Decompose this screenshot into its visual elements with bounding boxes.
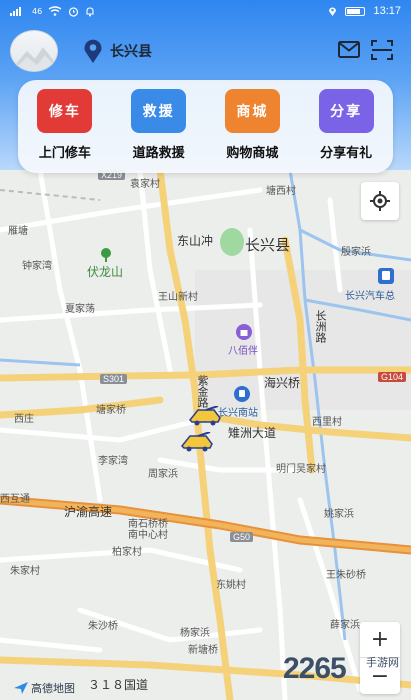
map-label-wangshanxin: 王山新村 [158,292,198,303]
map-label-xizhuang: 西庄 [14,414,34,425]
map-label-yangjiabang: 杨家浜 [180,628,210,639]
map-label-zhizhou-ave: 雉洲大道 [228,426,277,440]
service-home-repair[interactable]: 修车 上门修车 [22,89,108,161]
shopping-mall-icon [236,324,252,340]
map-label-zhongjiawan: 钟家湾 [22,261,52,272]
map-label-yintang: 雁塘 [8,226,28,237]
network-type: 46 [32,6,43,16]
map-label-xihutong: 西互通 [0,494,30,505]
road-badge-g104: G104 [378,372,407,382]
mountain-placeholder-icon [15,47,57,69]
current-city[interactable]: 长兴县 [110,41,152,61]
mall-label: 购物商城 [226,146,279,161]
service-share-reward[interactable]: 分享 分享有礼 [303,89,389,161]
status-time: 13:17 [373,5,401,17]
map-label-tangjiaqiao: 塘家桥 [96,405,126,416]
service-card: 修车 上门修车 救援 道路救援 商城 购物商城 分享 分享有礼 [18,80,393,173]
watermark: 2265 [283,652,347,685]
amap-logo: 高德地图 [14,680,75,696]
map-label-changzhou-road: 长洲路 [314,310,327,343]
map-label-dongshanchong: 东山冲 [177,234,214,248]
mail-icon[interactable] [338,41,360,58]
road-badge-g50: G50 [230,532,254,542]
map-label-changxing-auto: 长兴汽车总 [345,291,395,302]
amap-logo-text: 高德地图 [31,682,75,695]
location-pin-icon[interactable] [82,38,104,64]
battery-icon [345,6,366,16]
location-status-icon [329,7,337,16]
train-station-icon [234,386,250,402]
rescue-button[interactable]: 救援 [131,89,187,133]
tree-icon [101,248,111,262]
service-shopping-mall[interactable]: 商城 购物商城 [209,89,295,161]
repair-button[interactable]: 修车 [37,89,93,133]
service-road-rescue[interactable]: 救援 道路救援 [116,89,202,161]
status-bar: 46 13:17 [0,0,411,22]
map-label-318: ３１８国道 [88,678,149,692]
mall-button[interactable]: 商城 [224,89,280,133]
map-label-mingmen: 明门吴家村 [276,464,326,475]
map-label-zijin-road: 紫金路 [196,375,209,408]
tow-truck-icon[interactable] [188,406,222,426]
map-label-tangxicun: 塘西村 [266,186,296,197]
repair-label: 上门修车 [38,146,91,161]
crosshair-icon [370,191,390,211]
avatar[interactable] [10,30,58,72]
map-label-haixingqiao: 海兴桥 [264,376,301,390]
map-label-changxing-south: 长兴南站 [218,408,258,419]
rescue-label: 道路救援 [132,146,185,161]
scan-icon[interactable] [371,40,393,60]
share-label: 分享有礼 [320,146,373,161]
signal-icon [10,7,21,16]
watermark-sub: 手游网 [366,656,399,669]
notification-icon [86,6,94,16]
map-label-babaiban: 八佰伴 [228,346,258,357]
amap-arrow-icon [14,682,28,694]
map-label-dongyao: 东姚村 [216,580,246,591]
map-label-yaojiabang: 姚家浜 [324,509,354,520]
map-label-yuanjiacun: 袁家村 [130,179,160,190]
map-label-xiajiadang: 夏家荡 [65,304,95,315]
map-view[interactable]: 袁家村 塘西村 雁塘 东山冲 长兴县 殷家浜 钟家湾 伏龙山 长兴汽车总 夏家荡… [0,170,411,700]
tow-truck-icon[interactable] [180,432,214,452]
map-label-zhujiacun: 朱家村 [10,566,40,577]
bus-station-icon [378,268,394,284]
map-label-zhushaqiao: 朱沙桥 [88,621,118,632]
map-label-nanzhongxin: 南中心村 [128,530,168,541]
locate-button[interactable] [361,182,399,220]
road-badge-s301: S301 [100,374,128,384]
map-label-changxing: 长兴县 [245,236,291,254]
map-label-xintangqiao: 新塘桥 [188,645,218,656]
header-top-row: 长兴县 [0,30,411,74]
map-label-fulongshan: 伏龙山 [87,265,124,279]
map-label-yinjiabang: 殷家浜 [341,247,371,258]
map-label-bojiacun: 柏家村 [112,547,142,558]
map-label-huyu: 沪渝高速 [64,505,113,519]
map-label-zhoujiabang: 周家浜 [148,469,178,480]
map-label-xilicun: 西里村 [312,417,342,428]
wifi-icon [48,6,62,16]
alarm-icon [69,6,79,17]
map-label-wangzhusha: 王朱砂桥 [326,570,366,581]
map-label-lijiawan: 李家湾 [98,456,128,467]
map-label-xuejia: 薛家浜 [330,620,360,631]
zoom-in-button[interactable]: + [360,622,400,658]
share-button[interactable]: 分享 [318,89,374,133]
